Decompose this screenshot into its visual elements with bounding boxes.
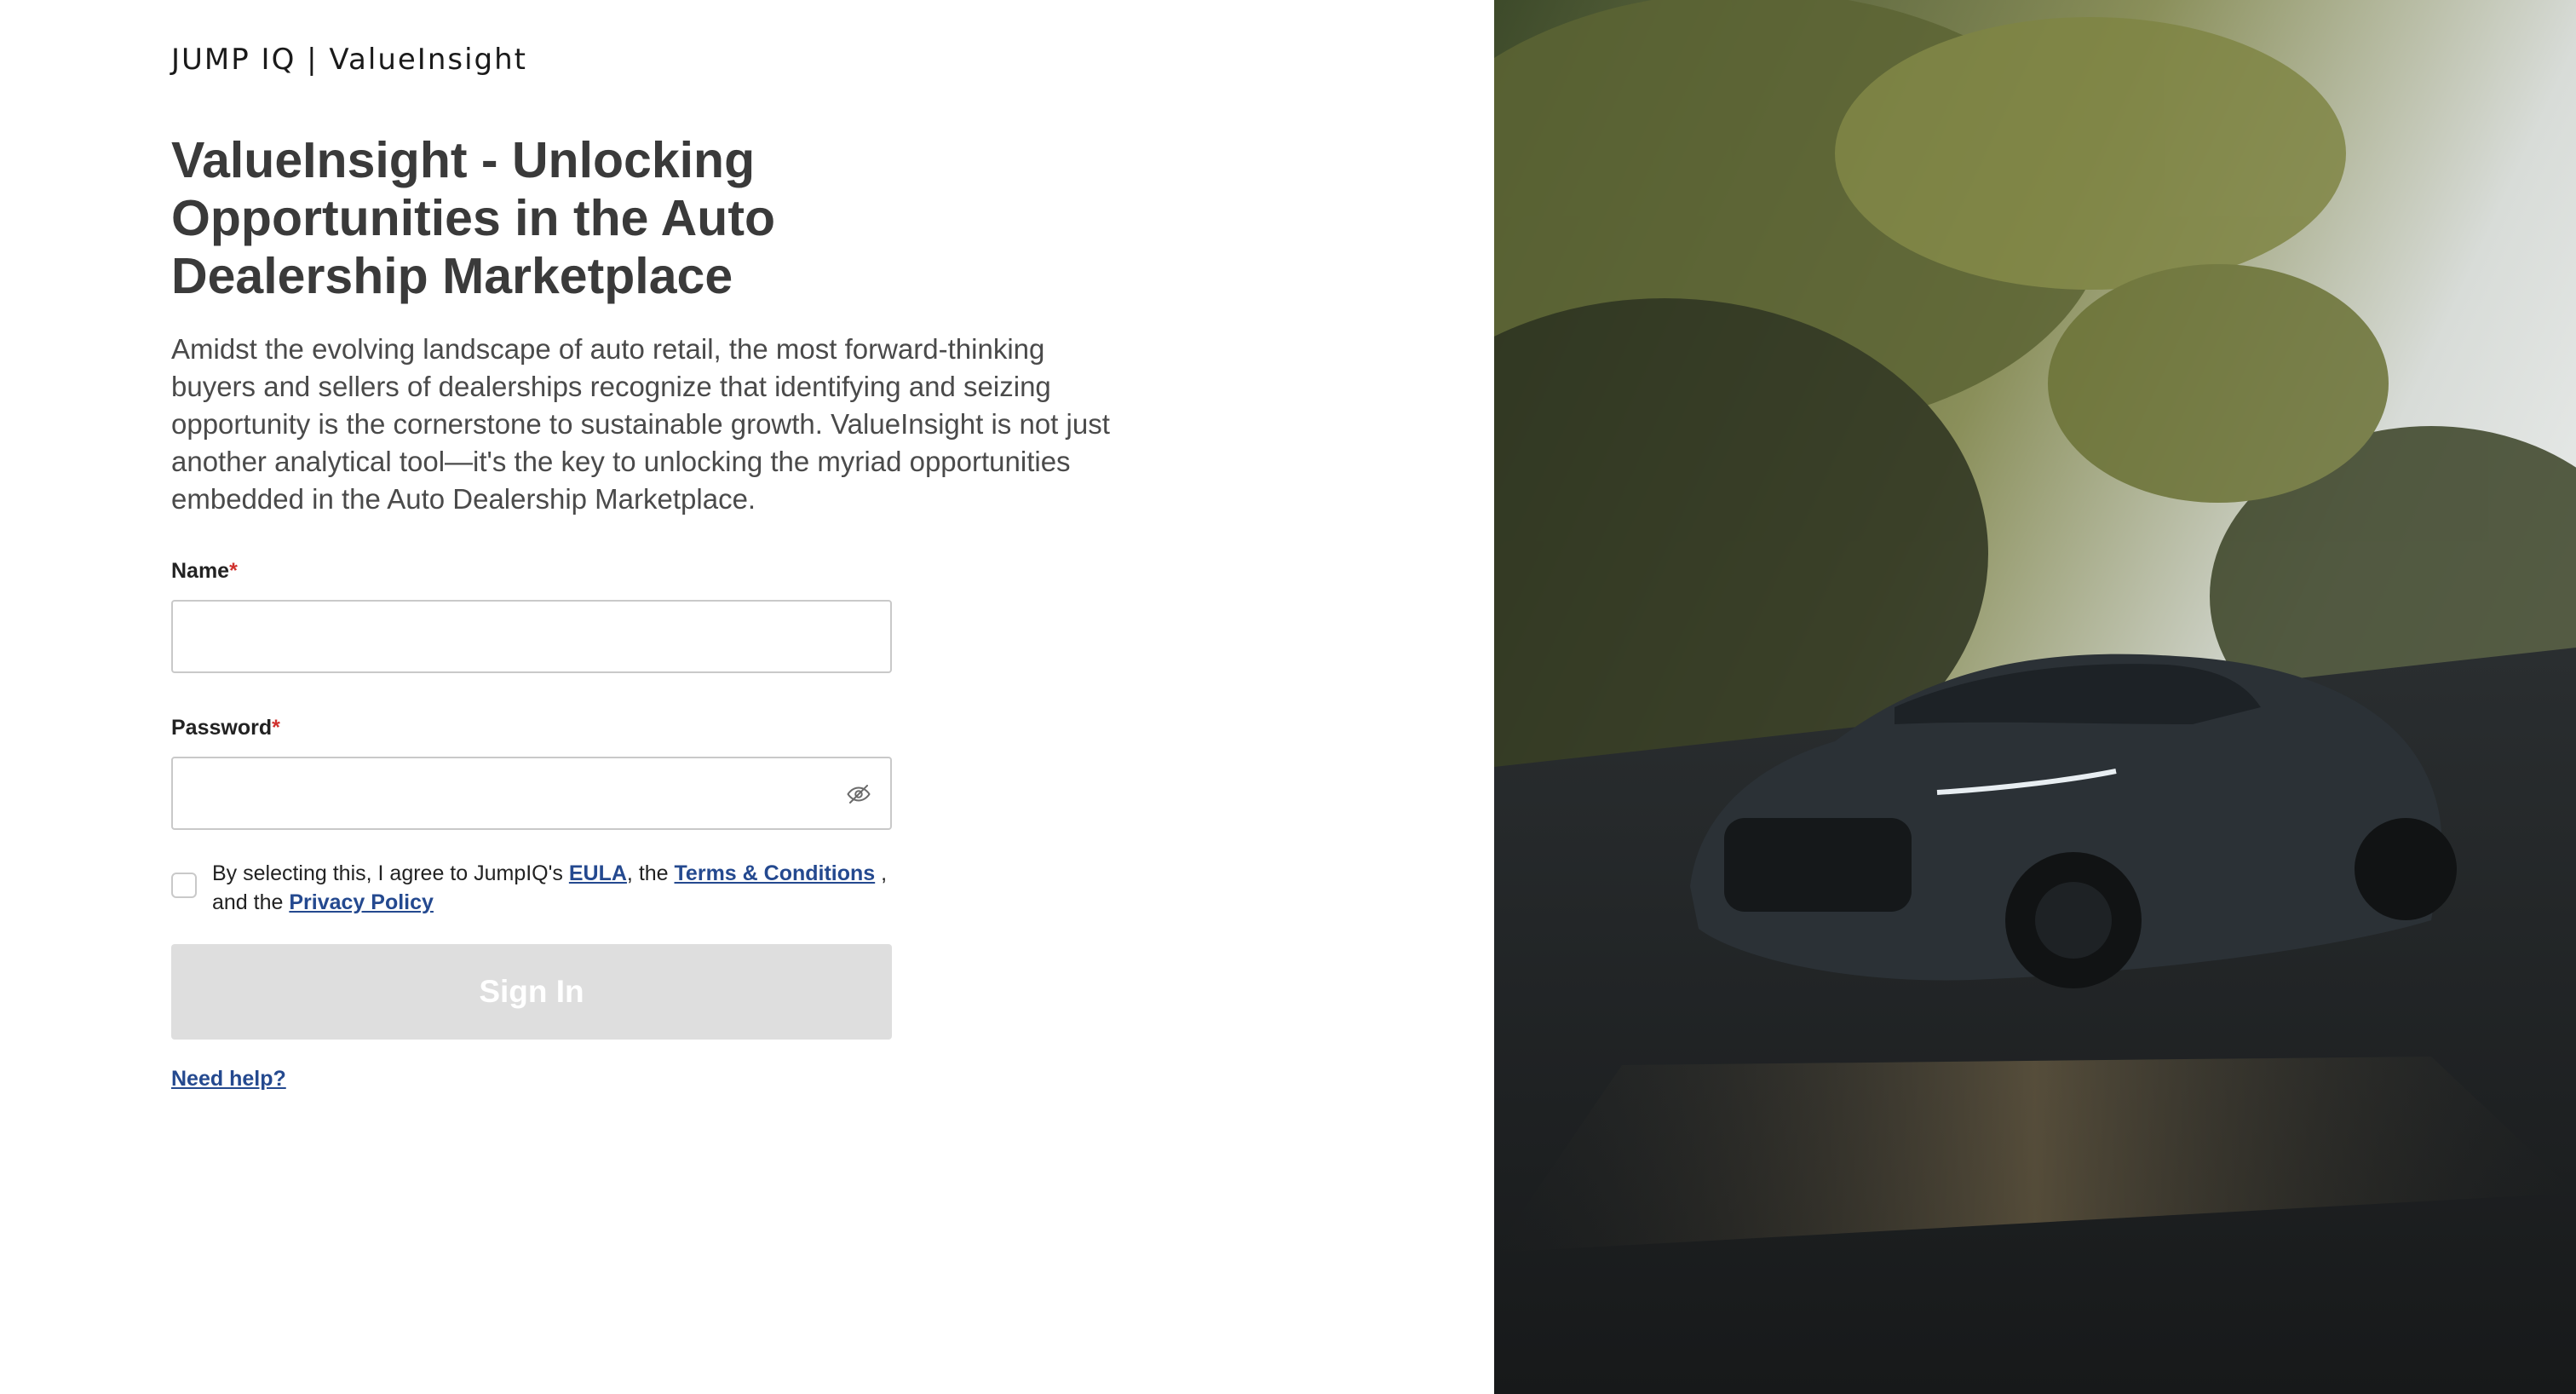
page-title: ValueInsight - Unlocking Opportunities i…: [171, 132, 776, 304]
password-input[interactable]: [173, 758, 890, 828]
password-label-text: Password: [171, 716, 273, 740]
password-field[interactable]: [171, 757, 892, 830]
car-photo: [1494, 0, 2576, 1394]
agree-checkbox[interactable]: [171, 873, 197, 898]
brand-logo: JUMP IQ | ValueInsight: [171, 43, 527, 77]
name-field[interactable]: [171, 600, 892, 673]
eula-link[interactable]: EULA: [569, 861, 627, 885]
privacy-link[interactable]: Privacy Policy: [289, 890, 434, 914]
name-input[interactable]: [173, 602, 890, 671]
agree-mid: , the: [626, 861, 675, 885]
agreement-text: By selecting this, I agree to JumpIQ's E…: [212, 859, 921, 917]
password-label: Password*: [171, 716, 280, 740]
need-help-link[interactable]: Need help?: [171, 1067, 286, 1092]
agreement-row: By selecting this, I agree to JumpIQ's E…: [171, 859, 921, 917]
eye-slash-icon[interactable]: [846, 781, 871, 807]
login-content: JUMP IQ | ValueInsight ValueInsight - Un…: [171, 43, 1159, 1091]
name-label-text: Name: [171, 559, 230, 583]
terms-link[interactable]: Terms & Conditions: [675, 861, 876, 885]
page-description: Amidst the evolving landscape of auto re…: [171, 333, 1110, 515]
hero-image: [1494, 0, 2576, 1394]
login-panel: JUMP IQ | ValueInsight ValueInsight - Un…: [0, 0, 1494, 1394]
sign-in-button[interactable]: Sign In: [171, 944, 892, 1040]
required-mark: *: [229, 559, 238, 583]
login-page: JUMP IQ | ValueInsight ValueInsight - Un…: [0, 0, 2576, 1394]
required-mark: *: [272, 716, 280, 740]
name-label: Name*: [171, 559, 238, 584]
agree-prefix: By selecting this, I agree to JumpIQ's: [212, 861, 569, 885]
